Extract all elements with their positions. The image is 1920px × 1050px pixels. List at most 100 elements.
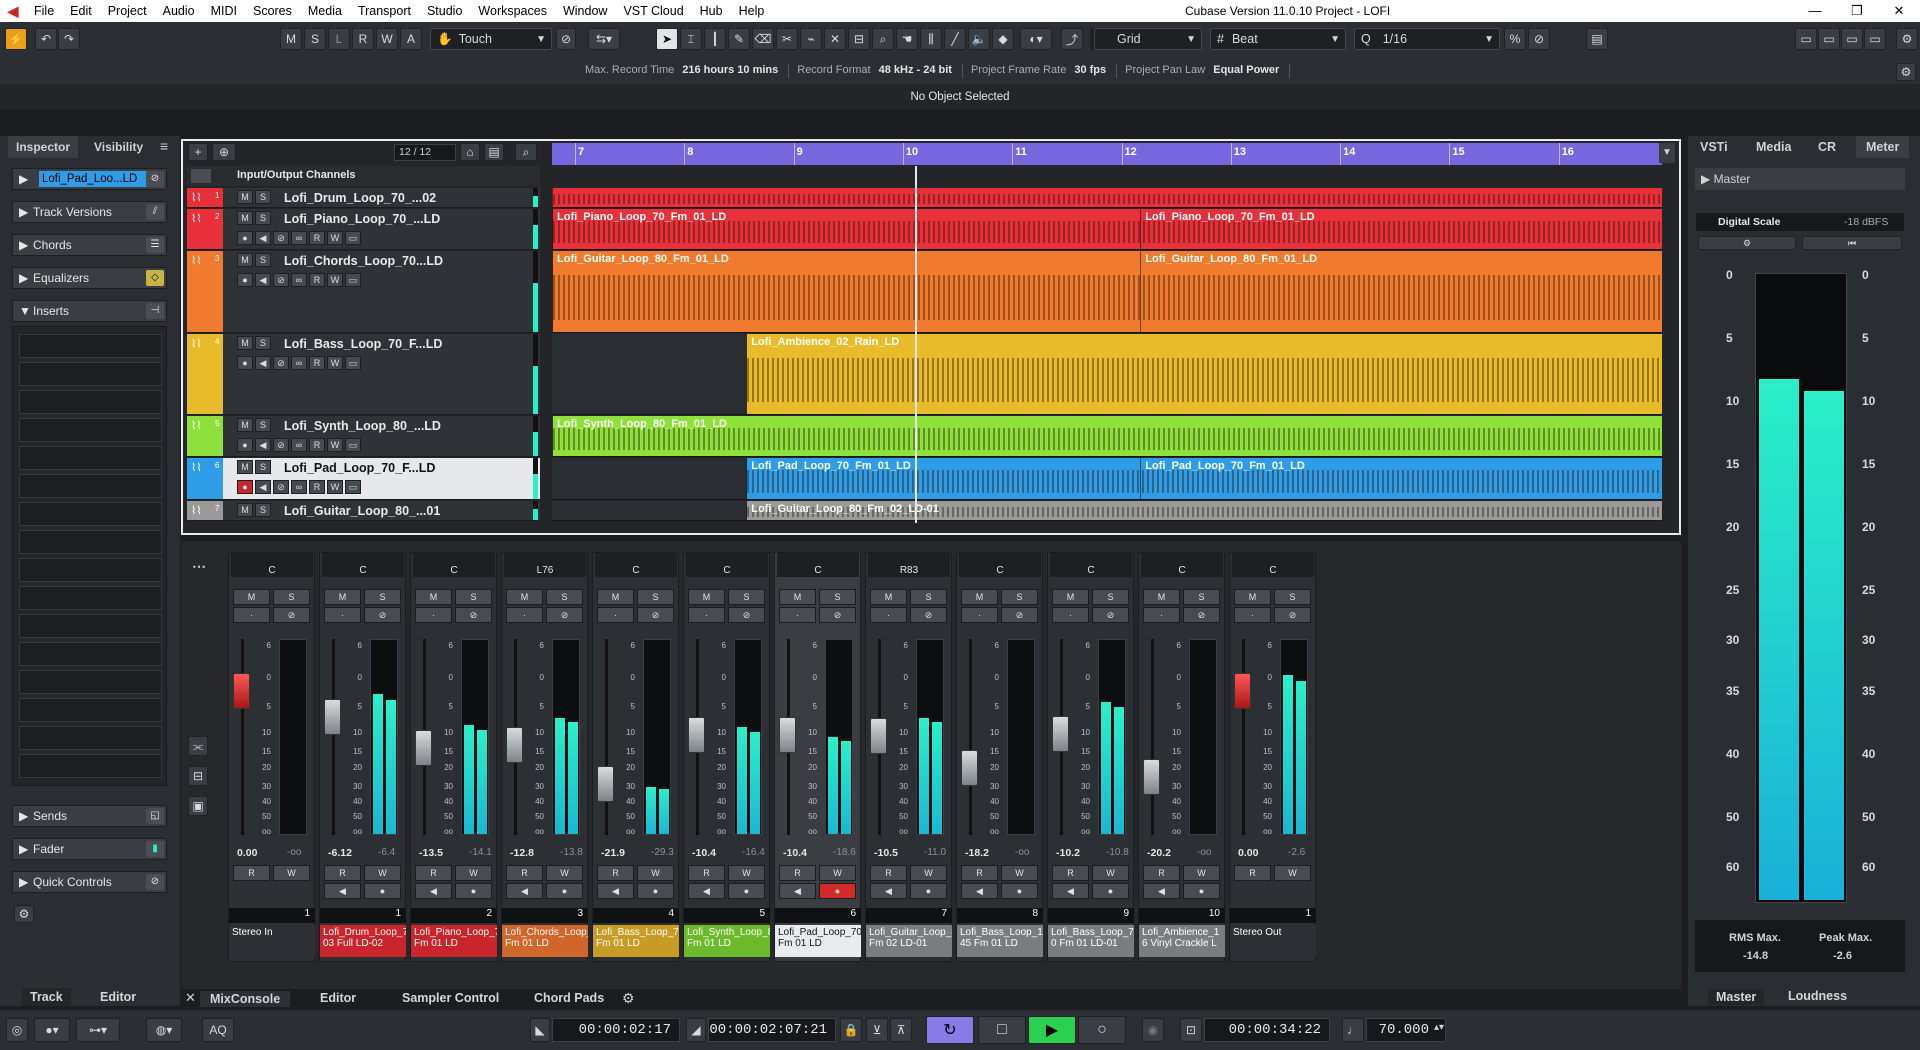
chevron-down-icon[interactable]: ▼ <box>1659 143 1675 163</box>
search-icon[interactable]: ⌕ <box>515 143 537 161</box>
insert-slot[interactable] <box>19 726 162 750</box>
maximize-button[interactable]: ❐ <box>1836 0 1878 22</box>
layout-icon[interactable]: ▭ <box>1864 28 1886 50</box>
fader-value[interactable]: -13.5 <box>419 847 443 859</box>
pan-knob[interactable]: C <box>1232 553 1314 577</box>
draw-tool-icon[interactable]: ✎ <box>728 28 750 50</box>
sends-section[interactable]: ▶ Sends ◱ <box>12 805 167 827</box>
tab-inspector[interactable]: Inspector <box>8 136 79 158</box>
volume-fader[interactable] <box>961 750 978 787</box>
quick-controls-section[interactable]: ▶ Quick Controls ⊘ <box>12 871 167 893</box>
line-tool-icon[interactable]: ╱ <box>944 28 966 50</box>
read-button[interactable]: R <box>1052 865 1089 881</box>
edit-channel-icon[interactable]: ⊘ <box>910 607 947 623</box>
activate-project-icon[interactable]: ⚡ <box>5 28 27 50</box>
menu-workspaces[interactable]: Workspaces <box>470 0 555 22</box>
zoom-tool-icon[interactable]: ⌕ <box>872 28 894 50</box>
quick-controls-icon[interactable]: ⊘ <box>146 874 164 890</box>
edit-channel-icon[interactable]: ⊘ <box>1274 607 1311 623</box>
monitor-icon[interactable]: ◀ <box>870 883 907 899</box>
fader-value[interactable]: 0.00 <box>237 847 257 859</box>
volume-fader[interactable] <box>1143 758 1160 795</box>
record-icon[interactable]: ○ <box>1078 1016 1126 1044</box>
lanes-icon[interactable]: ▭ <box>345 231 361 245</box>
write-state-button[interactable]: W <box>376 28 398 50</box>
undo-icon[interactable]: ↶ <box>35 28 57 50</box>
volume-fader[interactable] <box>870 717 887 754</box>
audio-event[interactable]: Lofi_Synth_Loop_80_Fm_01_LD <box>552 416 1662 456</box>
add-track-folder-icon[interactable]: ⊕ <box>212 143 236 161</box>
solo-button[interactable]: S <box>1274 589 1311 605</box>
lanes-icon[interactable]: ▭ <box>345 356 361 370</box>
glue-tool-icon[interactable]: ⌁ <box>800 28 822 50</box>
setup-window-layout-icon[interactable]: ▤ <box>1586 28 1608 50</box>
fader-track[interactable] <box>241 639 244 835</box>
audio-event[interactable]: Lofi_Guitar_Loop_80_Fm_01_LD <box>1140 251 1662 332</box>
left-zone-icon[interactable]: ▭ <box>1795 28 1817 50</box>
channel-name[interactable]: Lofi_Synth_Loop_80 Fm 01 LD <box>684 925 770 957</box>
insert-slot[interactable] <box>19 390 162 414</box>
record-enable-icon[interactable]: ● <box>637 883 674 899</box>
solo-button[interactable]: S <box>637 589 674 605</box>
eq-icon[interactable]: ◇ <box>146 270 164 286</box>
tab-editor-left[interactable]: Editor <box>92 988 144 1006</box>
solo-button[interactable]: S <box>455 589 492 605</box>
audio-event[interactable]: Lofi_Piano_Loop_70_Fm_01_LD <box>1140 209 1662 249</box>
split-tool-icon[interactable]: ┃ <box>704 28 726 50</box>
record-disabled-icon[interactable]: ◉ <box>1142 1018 1164 1042</box>
audio-event[interactable]: Lofi_Ambience_02_Rain_LD <box>746 334 1662 414</box>
mute-button[interactable]: M <box>233 589 270 605</box>
erase-tool-icon[interactable]: ⌫ <box>752 28 774 50</box>
pan-knob[interactable]: C <box>686 553 768 577</box>
quantize-select[interactable]: Q 1/16 ▼ <box>1354 28 1500 50</box>
monitor-icon[interactable]: ◀ <box>255 480 271 494</box>
track-lane[interactable]: Lofi_Guitar_Loop_80_Fm_01_LD Lofi_Guitar_… <box>552 251 1662 333</box>
edit-channel-icon[interactable]: ⊘ <box>273 480 289 494</box>
read-button[interactable]: R <box>961 865 998 881</box>
quantize-settings-icon[interactable]: ⊘ <box>1528 28 1550 50</box>
record-enable-icon[interactable]: ● <box>237 273 253 287</box>
monitor-icon[interactable]: ◀ <box>1052 883 1089 899</box>
track-lane[interactable] <box>552 188 1662 208</box>
read-button[interactable]: R <box>309 273 325 287</box>
solo-button[interactable]: S <box>255 460 271 474</box>
track-header[interactable]: ⌇⌇ 7 M S Lofi_Guitar_Loop_80_...01 <box>187 501 540 521</box>
track-name[interactable]: Lofi_Piano_Loop_70_...LD <box>284 212 440 226</box>
audio-performance-icon[interactable]: ⊶▾ <box>76 1018 120 1042</box>
pan-knob[interactable]: L76 <box>504 553 586 577</box>
read-button[interactable]: R <box>309 438 325 452</box>
fader-value[interactable]: -21.9 <box>601 847 625 859</box>
link-icon[interactable]: ∞ <box>291 480 307 494</box>
volume-fader[interactable] <box>779 717 796 754</box>
volume-fader[interactable] <box>597 766 614 803</box>
menu-hub[interactable]: Hub <box>692 0 731 22</box>
listen-button[interactable]: · <box>1052 607 1089 623</box>
solo-button[interactable]: S <box>1183 589 1220 605</box>
write-button[interactable]: W <box>1001 865 1038 881</box>
insert-slot[interactable] <box>19 698 162 722</box>
auto-scroll-icon[interactable]: ⤴ <box>1061 28 1083 50</box>
channel-name[interactable]: Lofi_Piano_Loop_70 Fm 01 LD <box>411 925 497 957</box>
solo-button[interactable]: S <box>273 589 310 605</box>
channel-name[interactable]: Lofi_Ambience_1 6 Vinyl Crackle L <box>1139 925 1225 957</box>
record-enable-icon[interactable]: ● <box>237 438 253 452</box>
left-locator-field[interactable]: 00:00:02:17 <box>552 1018 680 1042</box>
fader-value[interactable]: -10.4 <box>692 847 716 859</box>
solo-button[interactable]: S <box>255 336 271 350</box>
monitor-icon[interactable]: ◀ <box>255 273 271 287</box>
write-button[interactable]: W <box>364 865 401 881</box>
reset-icon[interactable]: ⏮ <box>1802 236 1902 250</box>
track-lane[interactable]: Lofi_Pad_Loop_70_Fm_01_LD Lofi_Pad_Loop_7… <box>552 458 1662 500</box>
inserts-section[interactable]: ▼ Inserts ⊣ <box>12 300 167 322</box>
audio-event[interactable]: Lofi_Pad_Loop_70_Fm_01_LD <box>1140 458 1662 499</box>
fader-section[interactable]: ▶ Fader ▮ <box>12 838 167 860</box>
read-button[interactable]: R <box>1234 865 1271 881</box>
track-color-strip[interactable]: ⌇⌇ 1 <box>187 188 223 207</box>
listen-button[interactable]: · <box>688 607 725 623</box>
write-button[interactable]: W <box>327 438 343 452</box>
sends-icon[interactable]: ◱ <box>146 808 164 824</box>
lanes-icon[interactable]: ▭ <box>345 438 361 452</box>
automation-state-button[interactable]: A <box>400 28 422 50</box>
insert-slot[interactable] <box>19 530 162 554</box>
listen-button[interactable]: · <box>961 607 998 623</box>
